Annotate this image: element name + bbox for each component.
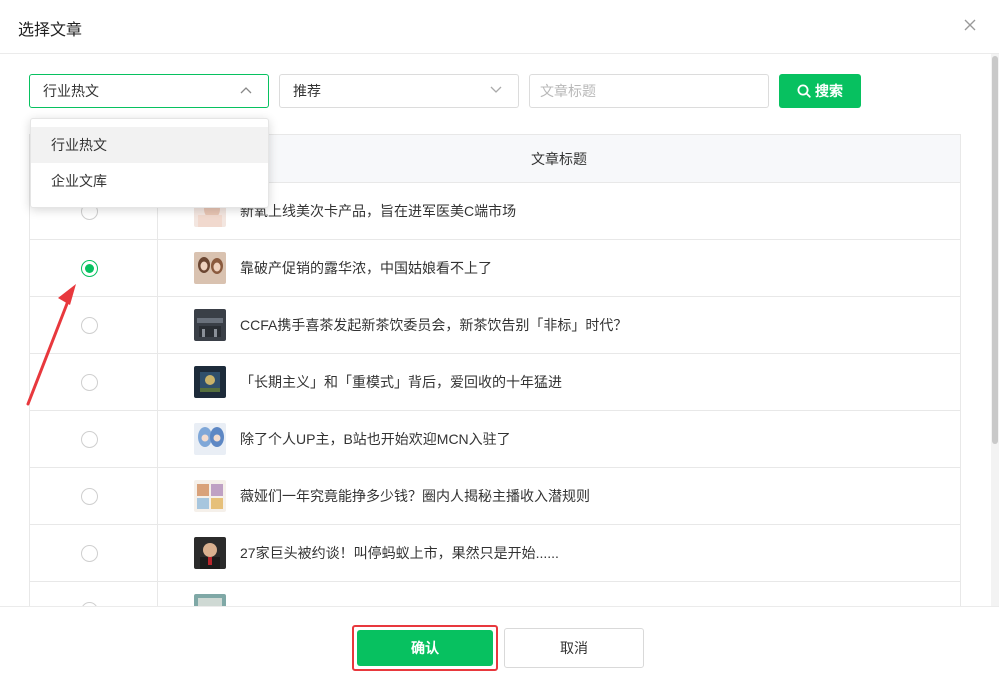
article-type-value: 行业热文 [43, 83, 99, 99]
row-radio-selected[interactable] [81, 260, 98, 277]
article-title: 27家巨头被约谈！叫停蚂蚁上市，果然只是开始...... [240, 545, 559, 561]
dropdown-option-industry[interactable]: 行业热文 [31, 127, 268, 163]
article-type-dropdown: 行业热文 企业文库 [30, 118, 269, 208]
row-radio[interactable] [81, 431, 98, 448]
article-thumbnail [194, 366, 226, 398]
article-title: 「长期主义」和「重模式」背后，爱回收的十年猛进 [240, 374, 562, 390]
table-row[interactable]: 「长期主义」和「重模式」背后，爱回收的十年猛进 [30, 354, 960, 411]
chevron-up-icon [240, 87, 252, 94]
row-radio[interactable] [81, 317, 98, 334]
dialog-footer: 确认 取消 [0, 606, 999, 685]
table-row-partial[interactable] [30, 582, 960, 606]
scrollbar-thumb[interactable] [992, 56, 998, 444]
article-title: 除了个人UP主，B站也开始欢迎MCN入驻了 [240, 431, 511, 447]
article-title: CCFA携手喜茶发起新茶饮委员会，新茶饮告别「非标」时代？ [240, 317, 628, 333]
article-title: 薇娅们一年究竟能挣多少钱？圈内人揭秘主播收入潜规则 [240, 488, 590, 504]
select-cell [30, 354, 158, 410]
article-title: 新氧上线美次卡产品，旨在进军医美C端市场 [240, 203, 517, 219]
select-article-dialog: 选择文章 行业热文 推荐 搜索 [0, 0, 999, 685]
select-cell [30, 297, 158, 353]
dropdown-option-enterprise[interactable]: 企业文库 [31, 163, 268, 199]
article-thumbnail [194, 480, 226, 512]
article-title-input[interactable] [529, 74, 769, 108]
select-cell [30, 240, 158, 296]
cancel-button[interactable]: 取消 [504, 628, 644, 668]
row-radio[interactable] [81, 374, 98, 391]
table-row[interactable]: 薇娅们一年究竟能挣多少钱？圈内人揭秘主播收入潜规则 [30, 468, 960, 525]
article-thumbnail [194, 252, 226, 284]
table-row[interactable]: 除了个人UP主，B站也开始欢迎MCN入驻了 [30, 411, 960, 468]
row-radio[interactable] [81, 488, 98, 505]
search-button[interactable]: 搜索 [779, 74, 861, 108]
title-column-header: 文章标题 [531, 151, 587, 167]
table-row[interactable]: CCFA携手喜茶发起新茶饮委员会，新茶饮告别「非标」时代？ [30, 297, 960, 354]
dialog-title: 选择文章 [18, 22, 83, 39]
select-cell [30, 468, 158, 524]
select-cell [30, 525, 158, 581]
confirm-button[interactable]: 确认 [357, 630, 493, 666]
row-radio[interactable] [81, 545, 98, 562]
article-type-select[interactable]: 行业热文 [29, 74, 269, 108]
search-icon [797, 84, 811, 98]
recommend-value: 推荐 [293, 83, 321, 99]
article-thumbnail [194, 309, 226, 341]
article-thumbnail [194, 537, 226, 569]
search-button-label: 搜索 [815, 83, 843, 99]
table-row[interactable]: 靠破产促销的露华浓，中国姑娘看不上了 [30, 240, 960, 297]
dialog-body: 行业热文 推荐 搜索 文章标题 [0, 54, 999, 606]
article-thumbnail [194, 594, 226, 606]
article-title: 靠破产促销的露华浓，中国姑娘看不上了 [240, 260, 492, 276]
confirm-highlight: 确认 [352, 625, 498, 671]
select-cell [30, 582, 158, 606]
close-icon[interactable] [963, 18, 977, 32]
chevron-down-icon [490, 86, 502, 93]
recommend-select[interactable]: 推荐 [279, 74, 519, 108]
table-row[interactable]: 27家巨头被约谈！叫停蚂蚁上市，果然只是开始...... [30, 525, 960, 582]
dialog-header: 选择文章 [0, 0, 999, 54]
scrollbar[interactable] [991, 54, 999, 606]
select-cell [30, 411, 158, 467]
article-thumbnail [194, 423, 226, 455]
